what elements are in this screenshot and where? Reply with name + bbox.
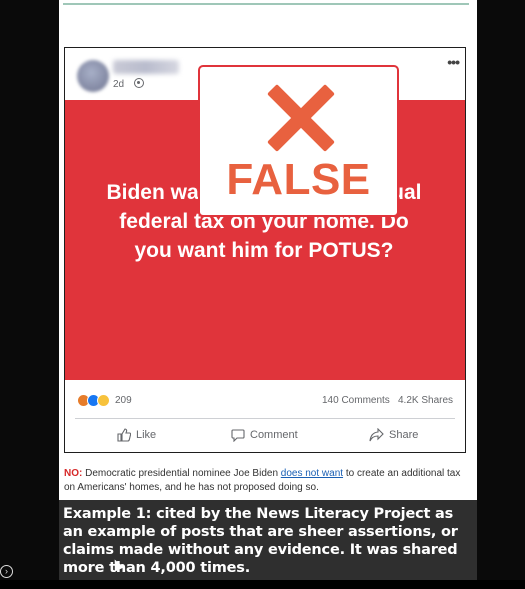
like-button[interactable]: Like <box>117 428 156 442</box>
right-black-margin <box>477 0 525 589</box>
note-text-start: Democratic presidential nominee Joe Bide… <box>82 468 281 479</box>
avatar[interactable] <box>77 60 109 92</box>
comment-label: Comment <box>250 429 298 441</box>
verdict-label: NO: <box>64 468 83 479</box>
blurred-author-name <box>113 60 179 74</box>
bottom-strip <box>0 580 525 589</box>
share-button[interactable]: Share <box>369 428 418 442</box>
like-label: Like <box>136 429 157 441</box>
wow-icon <box>97 394 110 407</box>
actions-divider <box>75 418 455 419</box>
thumbs-up-icon <box>117 428 131 442</box>
circle-arrow-icon[interactable]: › <box>0 565 13 578</box>
caption-text: Example 1: cited by the News Literacy Pr… <box>63 506 458 576</box>
comment-button[interactable]: Comment <box>231 428 298 442</box>
top-divider <box>63 3 469 5</box>
false-rating-badge: FALSE <box>198 65 399 217</box>
post-time[interactable]: 2d <box>113 79 124 90</box>
false-label: FALSE <box>226 155 371 204</box>
reaction-count[interactable]: 209 <box>115 395 132 406</box>
comments-count[interactable]: 140 Comments <box>322 395 390 406</box>
factcheck-note: NO: Democratic presidential nominee Joe … <box>64 467 470 495</box>
shares-count[interactable]: 4.2K Shares <box>398 395 453 406</box>
more-options-icon[interactable]: ••• <box>447 54 460 70</box>
facebook-post: 2d ••• Biden wants to put a 3% annual fe… <box>64 47 466 453</box>
share-icon <box>369 428 384 442</box>
share-label: Share <box>389 429 419 441</box>
x-icon <box>266 83 336 153</box>
post-actions: Like Comment Share <box>65 424 465 450</box>
left-black-margin <box>0 0 59 589</box>
globe-icon <box>134 78 144 88</box>
comment-icon <box>231 429 245 442</box>
does-not-want-link[interactable]: does not want <box>281 468 343 479</box>
reactions-row: 209 140 Comments 4.2K Shares <box>65 388 465 410</box>
